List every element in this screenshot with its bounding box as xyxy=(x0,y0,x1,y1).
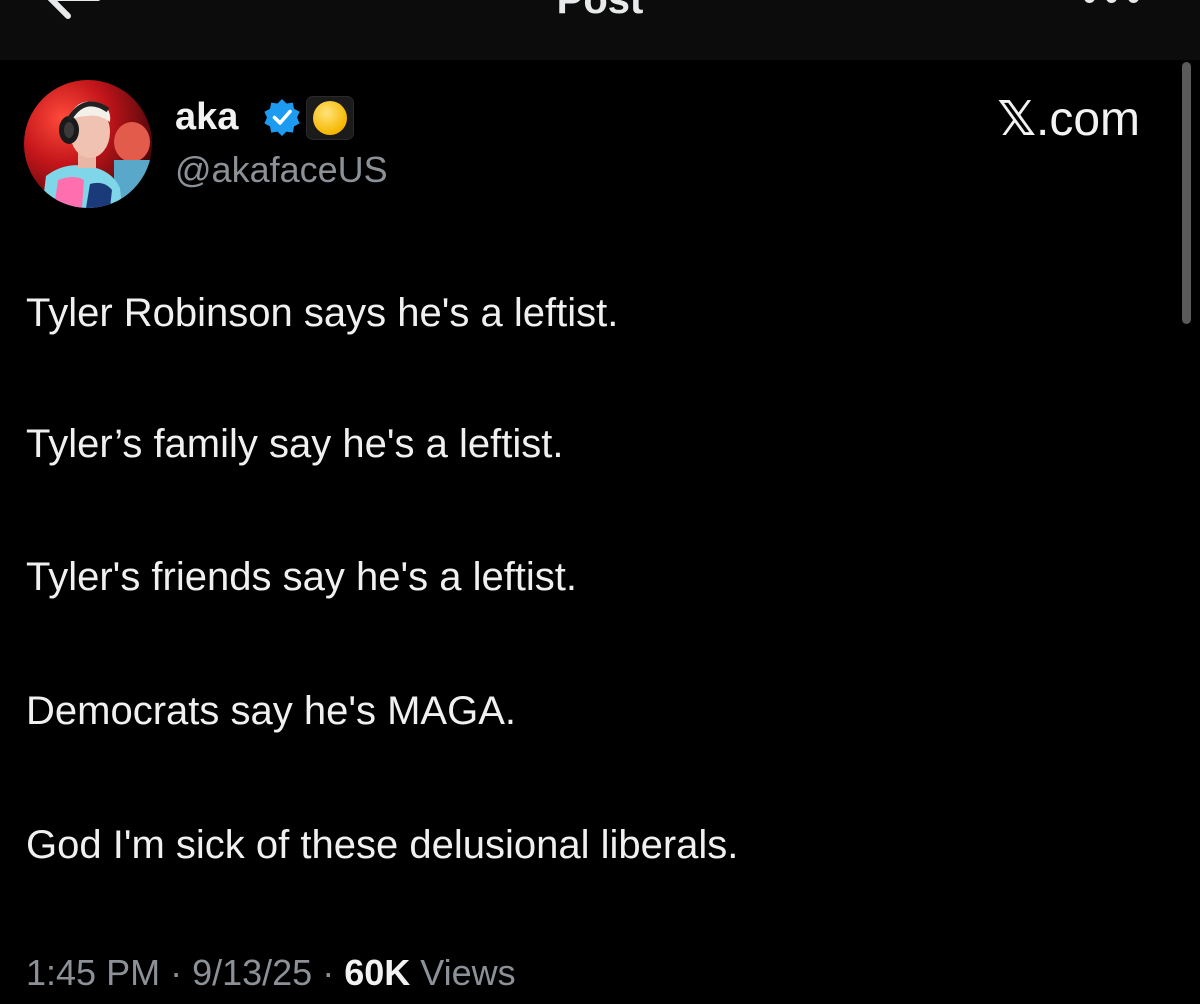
avatar-image xyxy=(24,80,152,208)
post-text-line: Tyler's friends say he's a leftist. xyxy=(26,555,578,599)
scrollbar[interactable] xyxy=(1182,62,1191,324)
brand-suffix: .com xyxy=(1035,93,1140,146)
x-com-watermark: 𝕏.com xyxy=(997,91,1140,148)
post-time[interactable]: 1:45 PM xyxy=(26,952,160,993)
coin-shape xyxy=(313,101,347,135)
views-count[interactable]: 60K xyxy=(344,952,410,993)
author-handle[interactable]: @akafaceUS xyxy=(175,148,388,192)
post-text-line: God I'm sick of these delusional liberal… xyxy=(26,823,739,867)
meta-separator: · xyxy=(160,952,193,993)
verified-badge-icon[interactable] xyxy=(262,97,302,137)
x-logo-icon: 𝕏 xyxy=(997,91,1036,147)
post-text-line: Tyler’s family say he's a leftist. xyxy=(26,422,564,466)
meta-separator: · xyxy=(312,952,345,993)
avatar[interactable] xyxy=(24,80,152,208)
post-metadata: 1:45 PM · 9/13/25 · 60K Views xyxy=(26,950,516,996)
post-date[interactable]: 9/13/25 xyxy=(192,952,312,993)
author-display-name[interactable]: aka xyxy=(175,94,238,140)
views-label: Views xyxy=(410,952,516,993)
page-title: Post xyxy=(556,0,644,22)
top-bar: Post xyxy=(0,0,1200,60)
post-text-line: Tyler Robinson says he's a leftist. xyxy=(26,291,619,335)
more-horizontal-icon[interactable] xyxy=(1084,0,1144,14)
gold-coin-icon[interactable] xyxy=(306,96,354,140)
post-text-line: Democrats say he's MAGA. xyxy=(26,689,516,733)
